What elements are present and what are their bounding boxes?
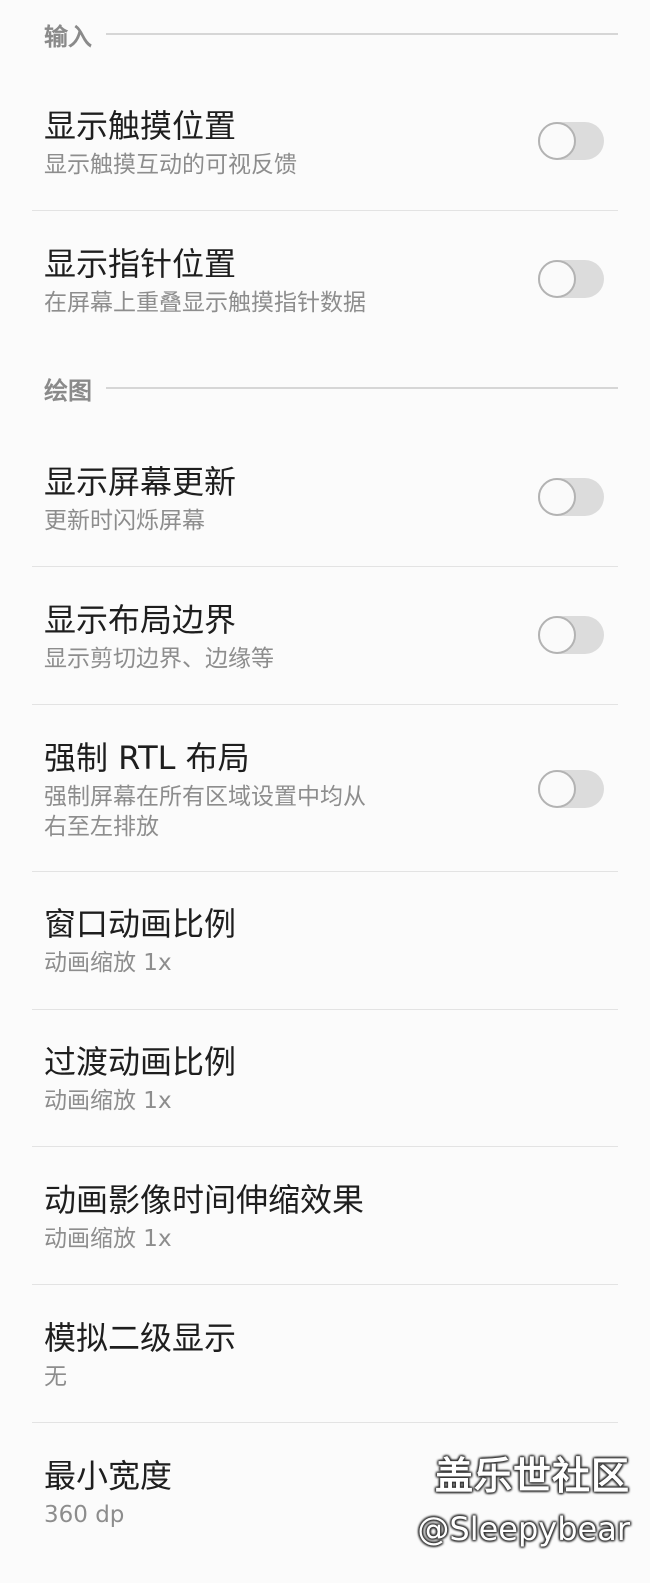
show-surface-updates-toggle[interactable] <box>538 478 604 516</box>
force-rtl-toggle[interactable] <box>538 770 604 808</box>
setting-force-rtl[interactable]: 强制 RTL 布局 强制屏幕在所有区域设置中均从右至左排放 <box>32 732 618 872</box>
setting-pointer-location[interactable]: 显示指针位置 在屏幕上重叠显示触摸指针数据 <box>32 238 618 348</box>
setting-title: 模拟二级显示 <box>44 1319 237 1357</box>
setting-smallest-width[interactable]: 最小宽度 360 dp <box>32 1450 618 1560</box>
setting-window-animation-scale[interactable]: 窗口动画比例 动画缩放 1x <box>32 898 618 1008</box>
divider <box>32 566 618 567</box>
setting-subtitle: 动画缩放 1x <box>44 1088 172 1114</box>
pointer-location-toggle[interactable] <box>538 260 604 298</box>
section-header-input: 输入 <box>44 18 618 51</box>
toggle-knob <box>538 770 576 808</box>
divider <box>32 1284 618 1285</box>
setting-subtitle: 360 dp <box>44 1502 125 1528</box>
setting-title: 显示指针位置 <box>44 245 237 283</box>
divider <box>32 871 618 872</box>
setting-simulate-secondary-display[interactable]: 模拟二级显示 无 <box>32 1312 618 1422</box>
setting-show-surface-updates[interactable]: 显示屏幕更新 更新时闪烁屏幕 <box>32 456 618 566</box>
divider <box>32 210 618 211</box>
toggle-knob <box>538 260 576 298</box>
setting-title: 显示触摸位置 <box>44 107 237 145</box>
setting-title: 显示屏幕更新 <box>44 463 237 501</box>
setting-title: 强制 RTL 布局 <box>44 739 250 777</box>
setting-subtitle: 动画缩放 1x <box>44 1226 172 1252</box>
setting-subtitle: 更新时闪烁屏幕 <box>44 508 205 534</box>
setting-subtitle: 显示触摸互动的可视反馈 <box>44 152 297 178</box>
setting-show-layout-bounds[interactable]: 显示布局边界 显示剪切边界、边缘等 <box>32 594 618 704</box>
setting-subtitle: 强制屏幕在所有区域设置中均从右至左排放 <box>44 784 366 840</box>
show-touches-toggle[interactable] <box>538 122 604 160</box>
toggle-knob <box>538 616 576 654</box>
setting-title: 过渡动画比例 <box>44 1043 237 1081</box>
toggle-knob <box>538 478 576 516</box>
show-layout-bounds-toggle[interactable] <box>538 616 604 654</box>
divider <box>32 1422 618 1423</box>
setting-show-touches[interactable]: 显示触摸位置 显示触摸互动的可视反馈 <box>32 100 618 210</box>
setting-subtitle: 在屏幕上重叠显示触摸指针数据 <box>44 290 366 316</box>
setting-subtitle: 无 <box>44 1364 67 1390</box>
setting-animator-duration-scale[interactable]: 动画影像时间伸缩效果 动画缩放 1x <box>32 1174 618 1284</box>
divider <box>32 704 618 705</box>
section-title-input: 输入 <box>44 22 92 51</box>
section-divider-line <box>106 387 618 389</box>
section-header-drawing: 绘图 <box>44 372 618 405</box>
setting-transition-animation-scale[interactable]: 过渡动画比例 动画缩放 1x <box>32 1036 618 1146</box>
setting-subtitle: 动画缩放 1x <box>44 950 172 976</box>
section-divider-line <box>106 33 618 35</box>
divider <box>32 1146 618 1147</box>
setting-title: 显示布局边界 <box>44 601 237 639</box>
setting-title: 动画影像时间伸缩效果 <box>44 1181 365 1219</box>
section-title-drawing: 绘图 <box>44 376 92 405</box>
setting-subtitle: 显示剪切边界、边缘等 <box>44 646 274 672</box>
divider <box>32 1009 618 1010</box>
setting-title: 最小宽度 <box>44 1457 173 1495</box>
toggle-knob <box>538 122 576 160</box>
setting-title: 窗口动画比例 <box>44 905 237 943</box>
developer-options-screen: 输入 显示触摸位置 显示触摸互动的可视反馈 显示指针位置 在屏幕上重叠显示触摸指… <box>0 0 650 1583</box>
